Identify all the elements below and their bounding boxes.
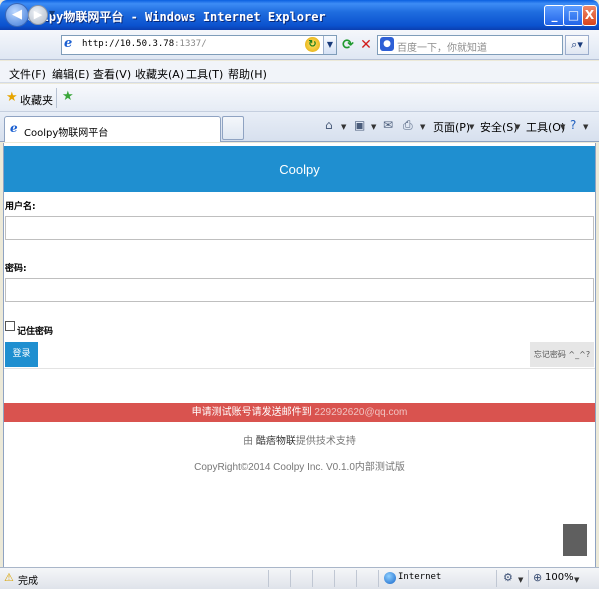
favorites-separator [56,88,57,108]
test-account-banner: 申请测试账号请发送邮件到 229292620@qq.com [4,403,595,422]
stop-icon[interactable]: ✕ [357,35,375,55]
status-separator [312,570,313,587]
back-to-top-button[interactable] [563,524,587,556]
print-dropdown-icon[interactable]: ▼ [420,123,425,131]
internet-zone-icon [384,572,396,584]
username-input[interactable] [5,216,594,240]
protected-mode-dropdown-icon[interactable]: ▼ [518,576,523,584]
safety-dropdown-icon[interactable]: ▼ [515,123,520,131]
compatibility-view-icon[interactable]: ↻ [305,37,320,52]
security-zone-text[interactable]: Internet [398,572,441,582]
feeds-dropdown-icon[interactable]: ▼ [371,123,376,131]
help-dropdown-icon[interactable]: ▼ [583,123,588,131]
menu-help[interactable]: 帮助(H) [228,66,267,82]
password-input[interactable] [5,278,594,302]
print-icon[interactable]: ⎙ [403,118,413,133]
username-label: 用户名: [5,202,36,212]
form-divider [4,368,595,369]
recent-pages-dropdown-icon[interactable]: ▼ [49,9,55,18]
close-button[interactable]: X [582,5,597,26]
menu-view[interactable]: 查看(V) [93,66,131,82]
warning-icon: ⚠ [4,571,14,584]
menu-tools[interactable]: 工具(T) [186,66,223,82]
feeds-icon[interactable]: ▣ [354,118,365,132]
tab-page-icon: e [10,121,18,135]
protected-mode-icon[interactable]: ⚙ [503,571,513,584]
page-title: Coolpy [279,162,320,177]
banner-text: 申请测试账号请发送邮件到 [191,407,315,418]
menu-file[interactable]: 文件(F) [9,66,46,82]
favorites-star-icon[interactable]: ★ [6,91,18,105]
safety-menu-button[interactable]: 安全(S) [480,119,518,135]
status-separator [378,570,379,587]
address-url[interactable]: http://10.50.3.78:1337/ [82,39,207,49]
tab-label: Coolpy物联网平台 [24,128,109,139]
support-prefix: 由 [243,436,256,447]
status-separator [290,570,291,587]
home-dropdown-icon[interactable]: ▼ [341,123,346,131]
zoom-level[interactable]: 100% [545,572,574,583]
copyright-text: CopyRight©2014 Coolpy Inc. V0.1.0内部测试版 [194,462,405,473]
password-label: 密码: [5,264,27,274]
remember-password-checkbox[interactable] [5,321,15,331]
tech-support-line: 由 酷痞物联提供技术支持 [4,432,595,447]
support-suffix: 提供技术支持 [295,436,356,447]
page-icon: e [64,36,73,51]
search-button[interactable]: ⌕▾ [565,35,589,55]
address-url-port: :1337/ [174,39,207,49]
status-separator [356,570,357,587]
status-separator [334,570,335,587]
status-separator [268,570,269,587]
support-brand[interactable]: 酷痞物联 [256,436,296,447]
window-title: Coolpy物联网平台 - Windows Internet Explorer [20,10,326,24]
status-separator [528,570,529,587]
login-button[interactable]: 登录 [5,342,38,367]
add-to-favorites-bar-icon[interactable]: ★ [62,90,74,104]
tools-dropdown-icon[interactable]: ▼ [560,123,565,131]
search-placeholder: 百度一下，你就知道 [397,43,487,54]
page-dropdown-icon[interactable]: ▼ [469,123,474,131]
status-separator [496,570,497,587]
maximize-button[interactable]: □ [563,5,584,26]
menu-edit[interactable]: 编辑(E) [52,66,90,82]
page-menu-button[interactable]: 页面(P) [433,119,470,135]
baidu-search-provider-icon: ● [380,37,394,51]
forgot-password-link[interactable]: 忘记密码 ^_^? [530,342,594,367]
address-dropdown-button[interactable]: ▼ [323,36,336,54]
address-url-host: http://10.50.3.78 [82,39,175,49]
zoom-dropdown-icon[interactable]: ▼ [574,576,579,584]
minimize-button[interactable]: _ [544,5,565,26]
menu-favorites[interactable]: 收藏夹(A) [135,66,184,82]
help-icon[interactable]: ? [570,118,576,132]
favorites-bar [0,84,599,112]
new-tab-button[interactable] [222,116,244,140]
home-icon[interactable]: ⌂ [325,118,333,132]
banner-email[interactable]: 229292620@qq.com [314,407,407,418]
status-text: 完成 [18,576,38,587]
favorites-button[interactable]: 收藏夹 [20,92,53,108]
zoom-icon[interactable]: ⊕ [533,571,542,584]
remember-password-label: 记住密码 [17,327,54,337]
refresh-icon[interactable]: ⟳ [339,35,357,55]
back-button[interactable]: ◀ [5,3,29,27]
forward-button[interactable]: ▶ [28,5,48,25]
page-viewport [3,143,596,567]
read-mail-icon[interactable]: ✉ [383,118,393,132]
